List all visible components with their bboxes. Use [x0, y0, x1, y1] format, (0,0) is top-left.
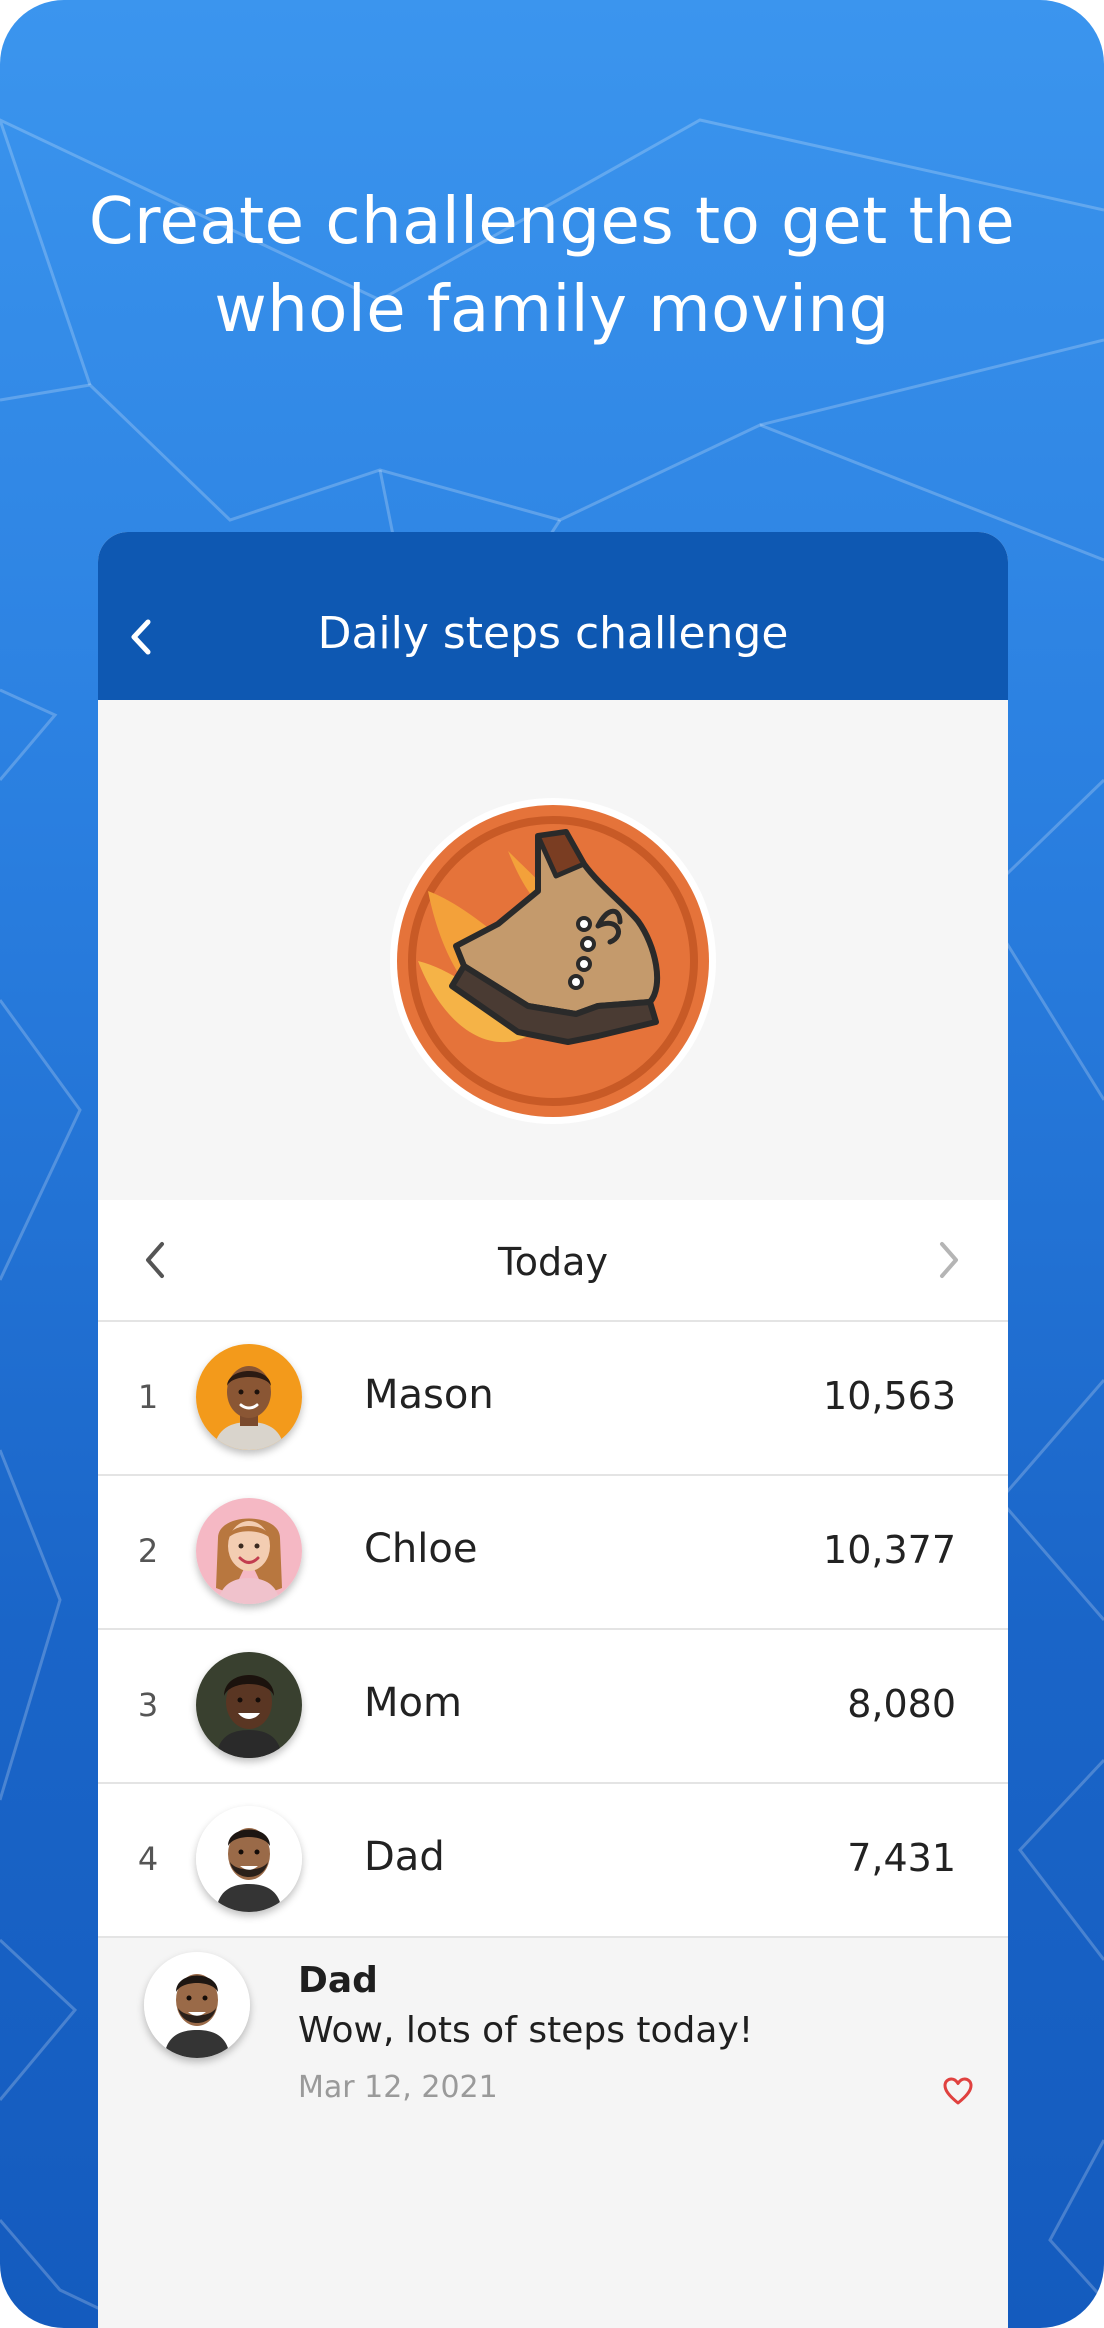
dad-avatar — [144, 1952, 250, 2058]
participant-name: Mom — [364, 1680, 462, 1726]
step-count: 10,377 — [823, 1528, 956, 1572]
leaderboard: 1 Mason 10,563 2 Chloe 10,377 3 Mom 8,08… — [98, 1322, 1008, 1938]
rank: 2 — [137, 1532, 159, 1570]
heart-icon[interactable] — [942, 2076, 974, 2106]
day-navigator: Today — [98, 1200, 1008, 1322]
headline: Create challenges to get the whole famil… — [88, 185, 1016, 347]
participant-name: Chloe — [364, 1526, 478, 1572]
mom-avatar — [196, 1652, 302, 1758]
phone-screen: Daily steps challenge Today 1 Mason 10,5… — [98, 532, 1008, 2328]
rank: 1 — [137, 1378, 159, 1416]
comment-text: Wow, lots of steps today! — [298, 2010, 754, 2051]
leaderboard-row[interactable]: 3 Mom 8,080 — [98, 1630, 1008, 1784]
chloe-avatar — [196, 1498, 302, 1604]
step-count: 10,563 — [823, 1374, 956, 1418]
dad-avatar — [196, 1806, 302, 1912]
promo-screen: Create challenges to get the whole famil… — [0, 0, 1104, 2328]
comment-author: Dad — [298, 1960, 378, 2001]
step-count: 7,431 — [847, 1836, 956, 1880]
app-bar: Daily steps challenge — [98, 532, 1008, 700]
leaderboard-row[interactable]: 2 Chloe 10,377 — [98, 1476, 1008, 1630]
page-title: Daily steps challenge — [317, 608, 789, 659]
leaderboard-row[interactable]: 1 Mason 10,563 — [98, 1322, 1008, 1476]
rank: 4 — [137, 1840, 159, 1878]
comment: Dad Wow, lots of steps today! Mar 12, 20… — [98, 1934, 1008, 2194]
comment-date: Mar 12, 2021 — [298, 2070, 498, 2105]
leaderboard-row[interactable]: 4 Dad 7,431 — [98, 1784, 1008, 1938]
step-count: 8,080 — [847, 1682, 956, 1726]
day-label: Today — [498, 1240, 608, 1284]
chevron-right-icon[interactable] — [936, 1238, 964, 1282]
rank: 3 — [137, 1686, 159, 1724]
participant-name: Mason — [364, 1372, 494, 1418]
participant-name: Dad — [364, 1834, 445, 1880]
flaming-boot-icon — [390, 798, 716, 1124]
mason-avatar — [196, 1344, 302, 1450]
